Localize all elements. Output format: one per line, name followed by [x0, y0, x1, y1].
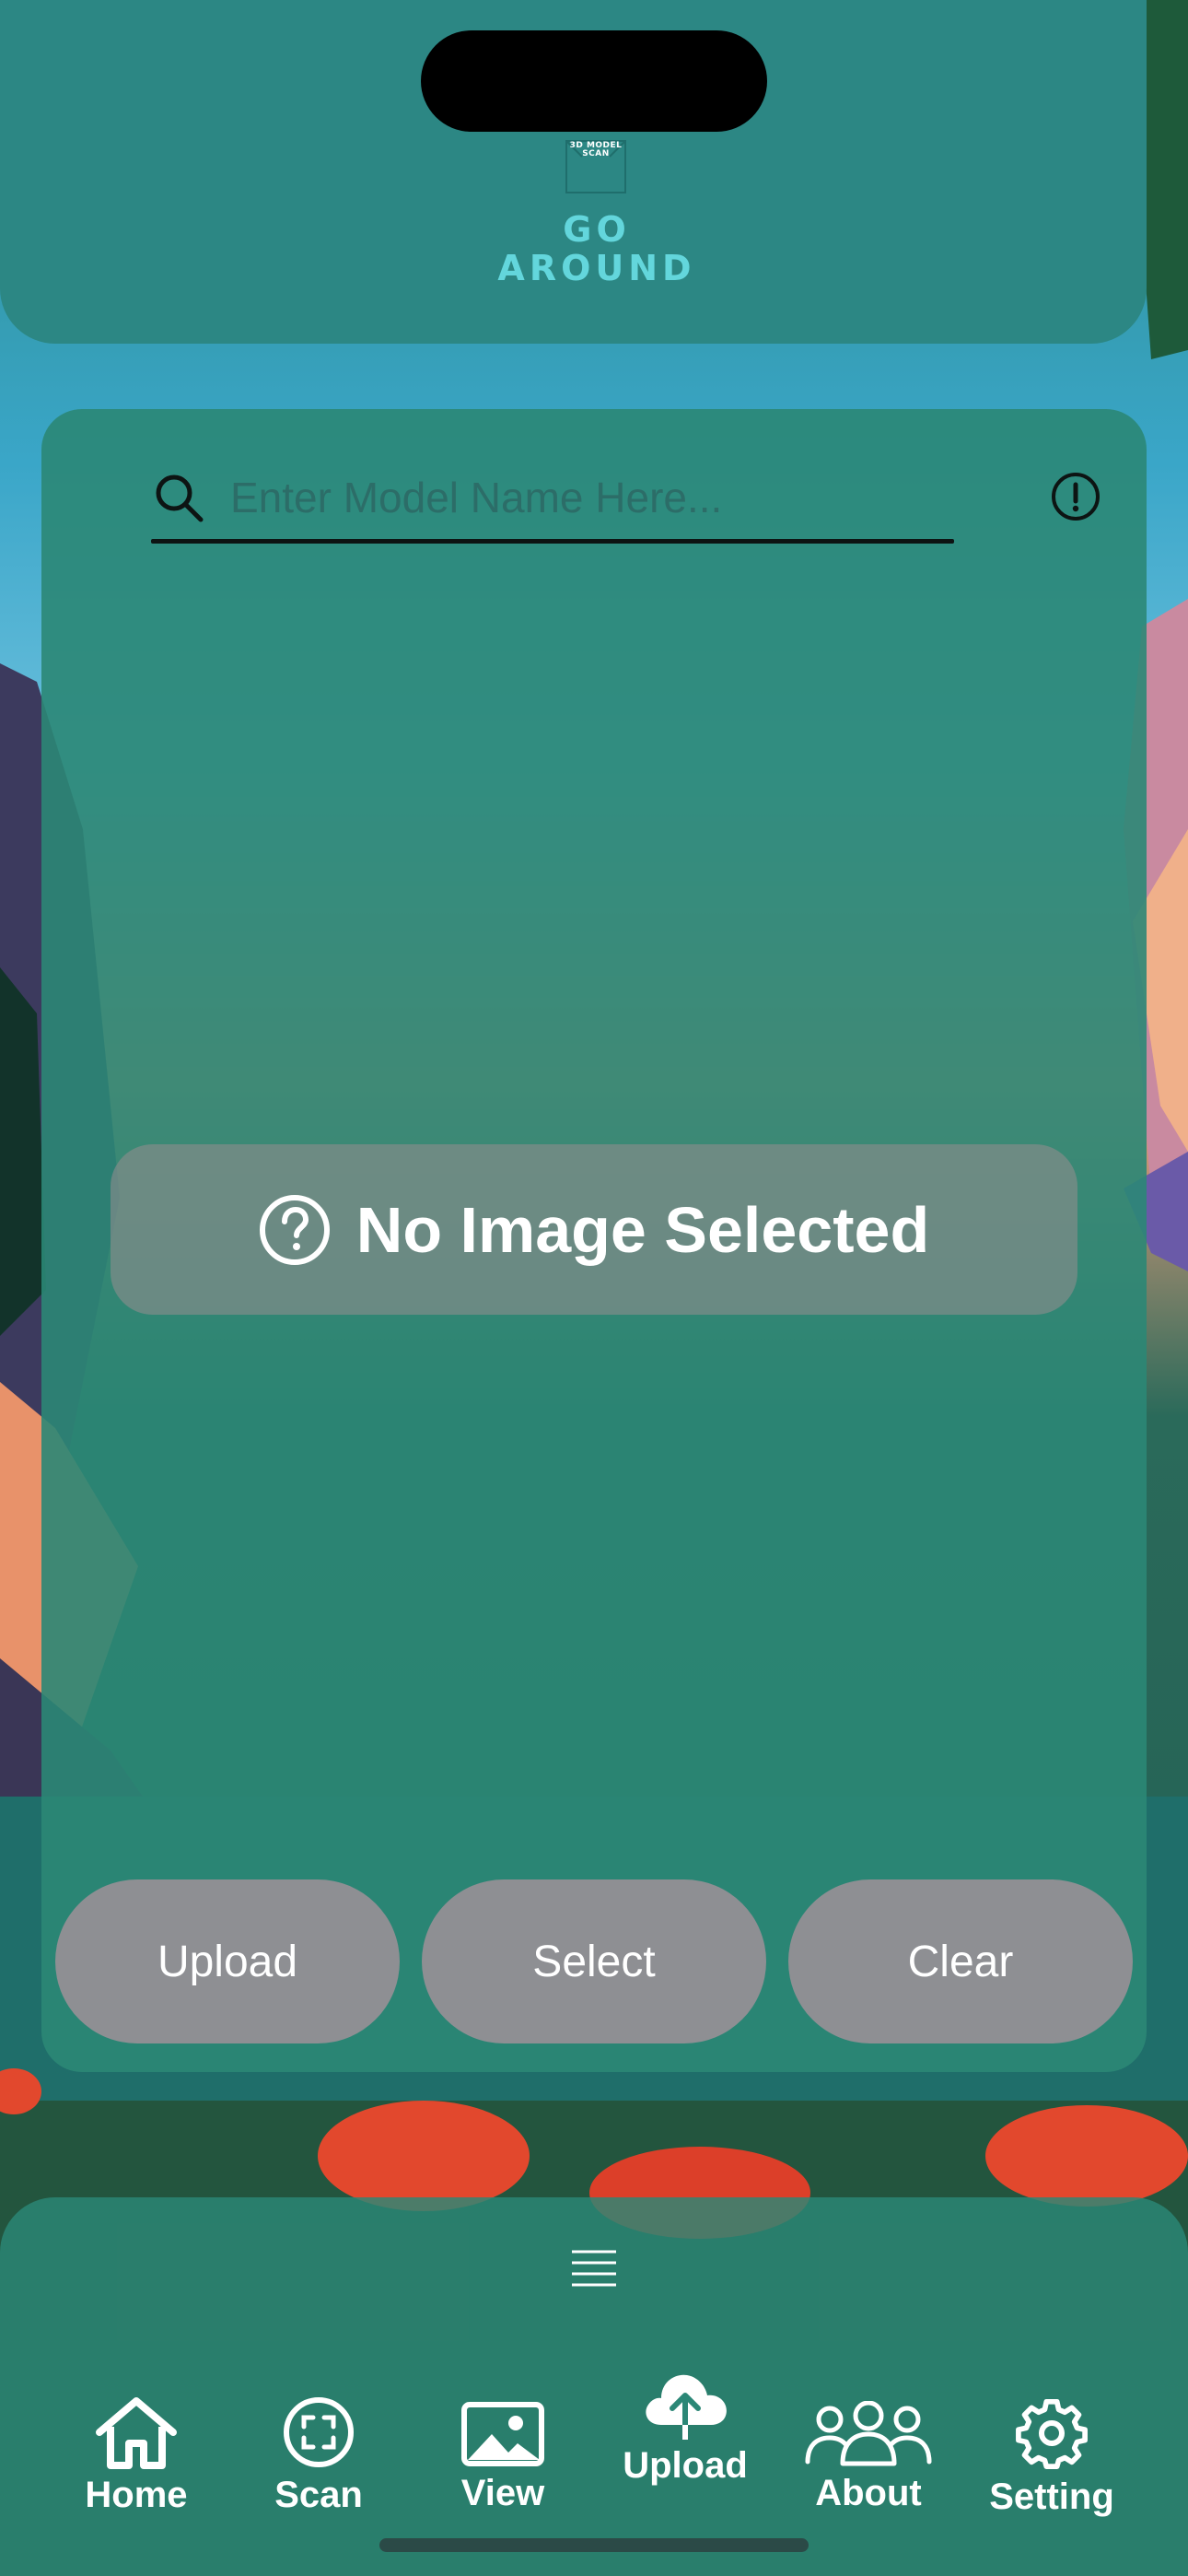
logo-line-2: AROUND [497, 248, 696, 288]
tab-home[interactable]: Home [44, 2395, 228, 2515]
logo-subtitle: 3D MODEL SCAN [569, 141, 623, 158]
tab-label: Upload [623, 2445, 748, 2486]
no-image-label: No Image Selected [355, 1193, 930, 1266]
tab-label: Home [85, 2475, 188, 2515]
info-icon[interactable] [1050, 471, 1101, 522]
search-underline [151, 539, 954, 544]
menu-icon[interactable] [568, 2246, 620, 2292]
home-indicator [379, 2538, 809, 2552]
clear-button[interactable]: Clear [788, 1879, 1133, 2043]
tab-view[interactable]: View [411, 2401, 595, 2513]
select-button[interactable]: Select [422, 1879, 766, 2043]
home-icon [96, 2397, 177, 2469]
gear-icon [1016, 2398, 1088, 2469]
dynamic-island [421, 30, 767, 132]
image-icon [461, 2402, 544, 2466]
search-icon [156, 474, 204, 522]
scan-icon [284, 2397, 354, 2467]
people-icon [805, 2401, 932, 2466]
no-image-banner: No Image Selected [111, 1144, 1077, 1315]
model-name-input[interactable] [230, 465, 949, 530]
tab-label: View [460, 2473, 545, 2513]
upload-button[interactable]: Upload [55, 1879, 400, 2043]
tab-about[interactable]: About [776, 2401, 961, 2513]
question-circle-icon [259, 1194, 330, 1265]
tab-label: About [815, 2473, 922, 2513]
tab-upload[interactable]: Upload [593, 2366, 777, 2486]
tab-scan[interactable]: Scan [227, 2395, 411, 2515]
tab-setting[interactable]: Setting [960, 2395, 1144, 2517]
logo-line-1: GO [563, 209, 631, 250]
tab-label: Scan [274, 2475, 363, 2515]
cloud-upload-icon [646, 2374, 727, 2440]
app-logo: GO AROUND [479, 210, 715, 287]
tab-label: Setting [989, 2476, 1114, 2517]
